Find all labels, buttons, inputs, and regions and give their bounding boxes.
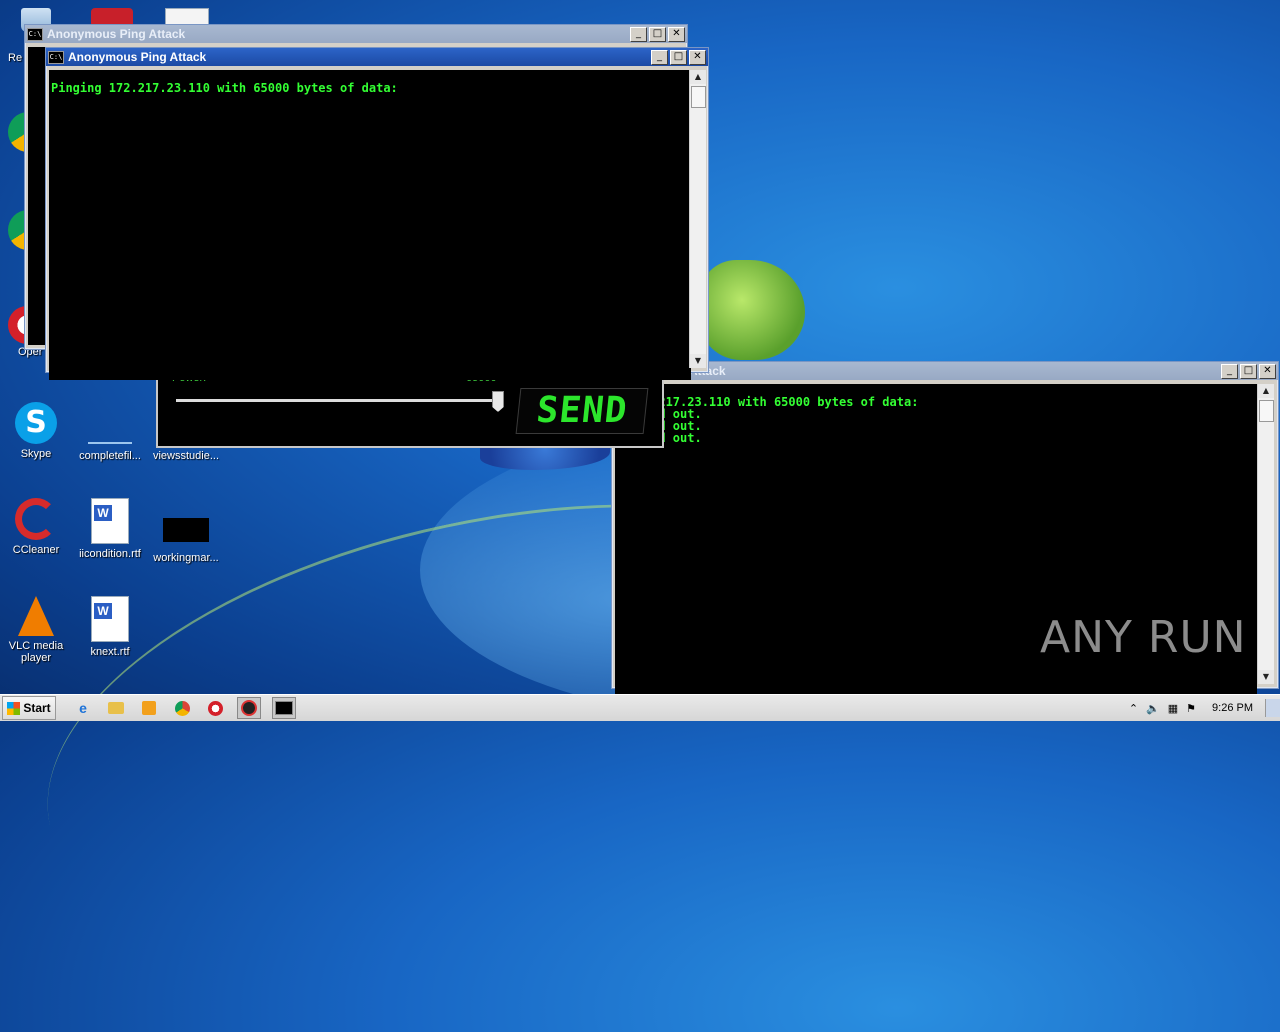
power-slider-track[interactable]	[176, 399, 502, 402]
desktop-icon-label: workingmar...	[153, 552, 219, 564]
window-title: Anonymous Ping Attack	[68, 50, 207, 64]
media-player-icon	[142, 701, 156, 715]
ie-icon: e	[79, 700, 87, 716]
desktop-icon-label: CCleaner	[12, 544, 60, 556]
network-icon[interactable]: ▦	[1168, 702, 1178, 715]
maximize-button[interactable]: □	[1240, 363, 1257, 379]
close-button[interactable]: ✕	[1259, 363, 1276, 379]
scroll-down-button[interactable]: ▼	[1258, 670, 1274, 684]
file-icon	[88, 402, 132, 446]
desktop-icon-label: Skype	[20, 448, 52, 460]
clock[interactable]: 9:26 PM	[1212, 702, 1253, 714]
taskbar: Start e ⌃ 🔈 ▦ ⚑ 9:26 PM	[0, 694, 1280, 721]
ccleaner-icon	[15, 498, 57, 540]
image-file-icon	[163, 518, 209, 542]
desktop-icon-ccleaner[interactable]: CCleaner	[0, 498, 73, 556]
windows-logo-icon	[7, 701, 21, 715]
console-output: Pinging 172.217.23.110 with 65000 bytes …	[49, 70, 691, 380]
window-titlebar[interactable]: C:\ Anonymous Ping Attack _ □ ✕	[25, 25, 687, 43]
volume-icon[interactable]: 🔈	[1146, 702, 1160, 715]
minimize-button[interactable]: _	[630, 26, 647, 42]
wallpaper-logo	[700, 260, 805, 360]
ping-tool-panel: Power: 65000 SEND	[156, 370, 664, 448]
system-tray: ⌃ 🔈 ▦ ⚑ 9:26 PM	[1121, 695, 1280, 721]
start-label: Start	[23, 701, 51, 715]
scroll-down-button[interactable]: ▼	[690, 354, 706, 368]
taskbar-explorer[interactable]	[105, 698, 127, 718]
chrome-icon	[174, 700, 190, 716]
window-titlebar[interactable]: ing Attack _ □ ✕	[612, 362, 1278, 380]
window-title: Anonymous Ping Attack	[47, 27, 186, 41]
power-slider-thumb[interactable]	[492, 391, 504, 412]
vertical-scrollbar[interactable]: ▲ ▼	[1257, 384, 1274, 684]
send-button[interactable]: SEND	[515, 388, 649, 434]
desktop-icon-completefile[interactable]: completefil...	[73, 402, 147, 462]
anyrun-watermark: ANY RUN	[1040, 612, 1247, 663]
scroll-thumb[interactable]	[691, 86, 706, 108]
skype-icon: S	[15, 402, 57, 444]
taskbar-ie[interactable]: e	[72, 698, 94, 718]
scroll-thumb[interactable]	[1259, 400, 1274, 422]
word-document-icon: W	[91, 596, 129, 642]
start-button[interactable]: Start	[2, 696, 56, 720]
desktop-icon-label: VLC media player	[8, 640, 64, 664]
scroll-up-button[interactable]: ▲	[1258, 384, 1274, 398]
action-center-flag-icon[interactable]: ⚑	[1186, 702, 1196, 715]
vertical-scrollbar[interactable]: ▲ ▼	[689, 70, 706, 368]
desktop-icon-workingmar[interactable]: workingmar...	[149, 498, 223, 564]
taskbar-cmd[interactable]	[272, 697, 296, 719]
desktop-icon-skype[interactable]: S Skype	[0, 402, 73, 460]
opera-icon	[207, 700, 223, 716]
close-button[interactable]: ✕	[668, 26, 685, 42]
close-button[interactable]: ✕	[689, 49, 706, 65]
desktop-icon-vlc[interactable]: VLC media player	[0, 596, 73, 664]
folder-icon	[108, 702, 124, 714]
taskbar-opera[interactable]	[204, 698, 226, 718]
desktop-icon-label: viewsstudie...	[152, 450, 220, 462]
show-desktop-button[interactable]	[1265, 699, 1280, 717]
cmd-icon	[275, 701, 293, 715]
taskbar-media-player[interactable]	[138, 698, 160, 718]
cmd-icon: C:\	[27, 27, 43, 41]
window-titlebar[interactable]: C:\ Anonymous Ping Attack _ □ ✕	[46, 48, 708, 66]
cmd-icon: C:\	[48, 50, 64, 64]
ping-tool-icon	[241, 700, 257, 716]
desktop-icon-knext[interactable]: W knext.rtf	[73, 596, 147, 658]
vlc-icon	[18, 596, 54, 636]
minimize-button[interactable]: _	[651, 49, 668, 65]
taskbar-ping-tool[interactable]	[237, 697, 261, 719]
taskbar-chrome[interactable]	[171, 698, 193, 718]
word-document-icon: W	[91, 498, 129, 544]
desktop-icon-label: iicondition.rtf	[79, 548, 141, 560]
maximize-button[interactable]: □	[670, 49, 687, 65]
desktop-icon-label: completefil...	[79, 450, 141, 462]
console-window-front[interactable]: C:\ Anonymous Ping Attack _ □ ✕ Pinging …	[45, 47, 709, 380]
scroll-up-button[interactable]: ▲	[690, 70, 706, 84]
minimize-button[interactable]: _	[1221, 363, 1238, 379]
desktop-icon-iicondition[interactable]: W iicondition.rtf	[73, 498, 147, 560]
desktop-icon-label: knext.rtf	[90, 646, 130, 658]
show-hidden-icons-icon[interactable]: ⌃	[1129, 702, 1138, 715]
maximize-button[interactable]: □	[649, 26, 666, 42]
